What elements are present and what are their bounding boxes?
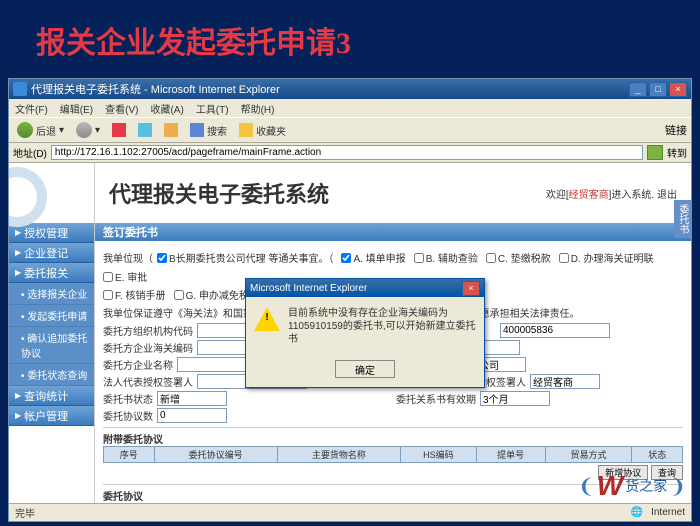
chk-g[interactable] xyxy=(174,290,184,300)
sub-apply[interactable]: 发起委托申请 xyxy=(9,305,94,327)
refresh-button[interactable] xyxy=(134,122,156,138)
nav-entrust[interactable]: ▶委托报关 xyxy=(9,263,94,283)
sidebar: ▶授权管理 ▶企业登记 ▶委托报关 选择报关企业 发起委托申请 确认追加委托协议… xyxy=(9,163,95,503)
valid-period[interactable] xyxy=(480,391,550,406)
dialog-ok-button[interactable]: 确定 xyxy=(335,360,395,378)
forward-icon xyxy=(76,122,92,138)
laurel-left-icon: ❨ xyxy=(578,474,595,499)
menu-edit[interactable]: 编辑(E) xyxy=(60,101,93,116)
back-button[interactable]: 后退 ▾ xyxy=(13,121,68,139)
zone-text: Internet xyxy=(651,507,685,518)
back-icon xyxy=(17,122,33,138)
search-button[interactable]: 搜索 xyxy=(186,122,231,139)
app-header: 代理报关电子委托系统 欢迎[经贸客商]进入系统. 退出 xyxy=(95,163,691,223)
menu-file[interactable]: 文件(F) xyxy=(15,101,48,116)
section-header: 签订委托书 xyxy=(95,223,691,241)
ie-icon xyxy=(13,82,27,96)
col-agrno: 委托协议编号 xyxy=(154,447,277,463)
watermark: ❨ W 货之家 ❩ xyxy=(578,470,686,502)
w-logo-icon: W xyxy=(597,470,623,502)
chevron-right-icon: ▶ xyxy=(15,248,21,257)
menu-tools[interactable]: 工具(T) xyxy=(196,101,229,116)
app-title: 代理报关电子委托系统 xyxy=(109,177,329,209)
close-button[interactable]: × xyxy=(669,82,687,97)
chk-d[interactable] xyxy=(559,253,569,263)
address-label: 地址(D) xyxy=(13,145,47,160)
home-button[interactable] xyxy=(160,122,182,138)
window-title: 代理报关电子委托系统 - Microsoft Internet Explorer xyxy=(31,81,280,97)
search-icon xyxy=(190,123,204,137)
globe-icon: 🌐 xyxy=(631,507,643,518)
refresh-icon xyxy=(138,123,152,137)
warning-icon xyxy=(254,307,280,331)
chevron-right-icon: ▶ xyxy=(15,391,21,400)
nav-account[interactable]: ▶帐户管理 xyxy=(9,406,94,426)
chk-e[interactable] xyxy=(103,272,113,282)
status-text: 完毕 xyxy=(15,505,35,520)
attach-header: 附带委托协议 xyxy=(103,427,683,446)
favorites-button[interactable]: 收藏夹 xyxy=(235,122,290,139)
chk-a[interactable] xyxy=(341,253,351,263)
address-input[interactable] xyxy=(51,145,643,160)
links-label: 链接 xyxy=(665,122,687,138)
menu-view[interactable]: 查看(V) xyxy=(105,101,138,116)
dialog-message: 目前系统中没有存在企业海关编码为1105910159的委托书,可以开始新建立委托… xyxy=(288,307,476,346)
nav-register[interactable]: ▶企业登记 xyxy=(9,243,94,263)
address-bar: 地址(D) 转到 xyxy=(9,143,691,163)
sub-confirm[interactable]: 确认追加委托协议 xyxy=(9,327,94,364)
chk-b2[interactable] xyxy=(414,253,424,263)
chevron-right-icon: ▶ xyxy=(15,268,21,277)
stop-button[interactable] xyxy=(108,122,130,138)
agreement-count[interactable] xyxy=(157,408,227,423)
col-bill: 提单号 xyxy=(476,447,545,463)
entrusted-org-code[interactable] xyxy=(500,323,610,338)
agreement-table: 序号 委托协议编号 主要货物名称 HS编码 提单号 贸易方式 状态 xyxy=(103,446,683,463)
col-no: 序号 xyxy=(104,447,155,463)
col-hs: HS编码 xyxy=(401,447,477,463)
status-input[interactable] xyxy=(157,391,227,406)
chk-b-long[interactable] xyxy=(157,253,167,263)
welcome-text: 欢迎[经贸客商]进入系统. 退出 xyxy=(546,186,677,201)
alert-dialog: Microsoft Internet Explorer × 目前系统中没有存在企… xyxy=(245,278,485,388)
col-status: 状态 xyxy=(632,447,683,463)
dialog-titlebar: Microsoft Internet Explorer × xyxy=(246,279,484,297)
toolbar: 后退 ▾ ▾ 搜索 收藏夹 链接 xyxy=(9,117,691,143)
sub-status[interactable]: 委托状态查询 xyxy=(9,364,94,386)
home-icon xyxy=(164,123,178,137)
star-icon xyxy=(239,123,253,137)
slide-title: 报关企业发起委托申请3 xyxy=(0,0,700,70)
nav-stats[interactable]: ▶查询统计 xyxy=(9,386,94,406)
sub-select[interactable]: 选择报关企业 xyxy=(9,283,94,305)
titlebar: 代理报关电子委托系统 - Microsoft Internet Explorer… xyxy=(9,79,691,99)
chevron-right-icon: ▶ xyxy=(15,411,21,420)
forward-button[interactable]: ▾ xyxy=(72,121,104,139)
logo-area xyxy=(9,163,94,223)
menu-help[interactable]: 帮助(H) xyxy=(241,101,275,116)
go-label[interactable]: 转到 xyxy=(667,145,687,160)
col-trade: 贸易方式 xyxy=(545,447,632,463)
chk-c[interactable] xyxy=(486,253,496,263)
go-button[interactable] xyxy=(647,145,663,160)
side-tab[interactable]: 委托书 xyxy=(674,200,692,238)
entrusted-signer[interactable] xyxy=(530,374,600,389)
col-goods: 主要货物名称 xyxy=(277,447,400,463)
logo-circle-icon xyxy=(9,167,47,227)
stop-icon xyxy=(112,123,126,137)
minimize-button[interactable]: _ xyxy=(629,82,647,97)
menu-fav[interactable]: 收藏(A) xyxy=(150,101,183,116)
menubar: 文件(F) 编辑(E) 查看(V) 收藏(A) 工具(T) 帮助(H) xyxy=(9,99,691,117)
chevron-right-icon: ▶ xyxy=(15,228,21,237)
user-link[interactable]: 经贸客商 xyxy=(569,190,609,201)
laurel-right-icon: ❩ xyxy=(669,474,686,499)
maximize-button[interactable]: □ xyxy=(649,82,667,97)
dialog-close-button[interactable]: × xyxy=(462,281,480,296)
statusbar: 完毕 🌐 Internet xyxy=(9,503,691,521)
sub-nav: 选择报关企业 发起委托申请 确认追加委托协议 委托状态查询 xyxy=(9,283,94,386)
chk-f[interactable] xyxy=(103,290,113,300)
